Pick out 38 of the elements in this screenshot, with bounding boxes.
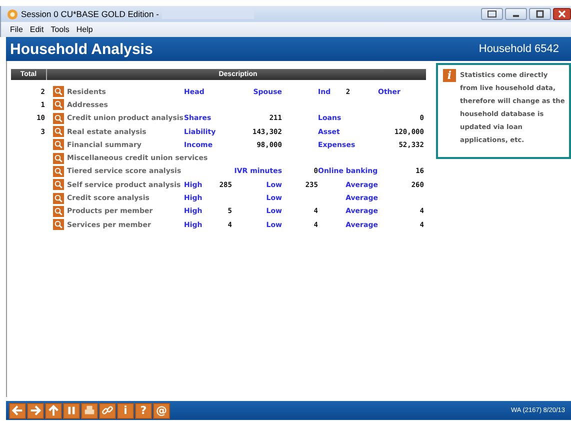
zoom-icon[interactable] bbox=[52, 192, 64, 204]
app-icon bbox=[7, 8, 18, 20]
restore-icon bbox=[487, 10, 497, 18]
close-icon bbox=[557, 10, 567, 18]
pause-button[interactable] bbox=[63, 402, 80, 418]
close-button[interactable] bbox=[553, 8, 571, 20]
zoom-icon[interactable] bbox=[52, 152, 64, 164]
zoom-icon[interactable] bbox=[52, 206, 64, 217]
zoom-icon[interactable] bbox=[52, 179, 64, 190]
maximize-icon bbox=[535, 10, 545, 18]
forward-button[interactable] bbox=[27, 402, 44, 418]
left-arrow-icon bbox=[11, 404, 24, 417]
printer-button[interactable] bbox=[81, 402, 98, 418]
link-button[interactable] bbox=[99, 402, 116, 418]
menu-item[interactable]: Edit bbox=[30, 25, 44, 34]
menu-item[interactable]: File bbox=[10, 25, 23, 34]
page-title: Household Analysis bbox=[10, 40, 153, 58]
zoom-icon[interactable] bbox=[52, 99, 64, 110]
up-arrow-icon bbox=[47, 404, 60, 417]
zoom-icon[interactable] bbox=[52, 219, 64, 230]
printer-icon bbox=[83, 404, 96, 417]
window-title: Session 0 CU*BASE GOLD Edition - bbox=[21, 9, 159, 19]
minimize-button[interactable] bbox=[505, 8, 527, 20]
zoom-icon[interactable] bbox=[52, 112, 64, 124]
zoom-icon[interactable] bbox=[52, 166, 64, 177]
info-icon: i bbox=[443, 69, 456, 82]
zoom-icon[interactable] bbox=[52, 126, 64, 138]
menu-item[interactable]: Help bbox=[76, 25, 93, 34]
back-button[interactable] bbox=[9, 402, 26, 418]
right-arrow-icon bbox=[29, 404, 42, 417]
household-number: Household 6542 bbox=[478, 43, 559, 55]
up-button[interactable] bbox=[45, 402, 62, 418]
link-icon bbox=[101, 404, 114, 417]
restore-button[interactable] bbox=[481, 8, 503, 20]
zoom-icon[interactable] bbox=[52, 86, 64, 98]
maximize-button[interactable] bbox=[529, 8, 551, 20]
zoom-icon[interactable] bbox=[52, 139, 64, 150]
menu-item[interactable]: Tools bbox=[50, 25, 70, 34]
